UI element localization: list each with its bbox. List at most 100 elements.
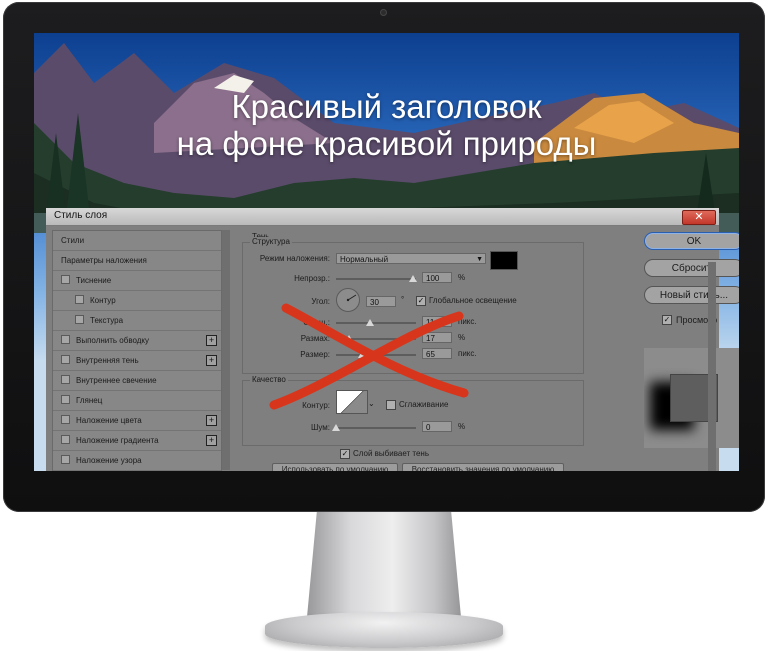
spread-slider-thumb[interactable] bbox=[345, 335, 353, 342]
styles-scrollbar[interactable] bbox=[222, 230, 230, 470]
offset-unit: пикс. bbox=[458, 317, 477, 326]
style-label: Выполнить обводку bbox=[76, 336, 150, 345]
style-preview-thumbnail bbox=[644, 348, 739, 448]
size-input[interactable]: 65 bbox=[422, 348, 452, 359]
opacity-input[interactable]: 100 bbox=[422, 272, 452, 283]
style-label: Глянец bbox=[76, 396, 103, 405]
knockout-label: Слой выбивает тень bbox=[353, 449, 430, 458]
reset-button[interactable]: Сбросить bbox=[644, 259, 739, 277]
style-checkbox[interactable] bbox=[75, 295, 84, 305]
styles-list-item[interactable]: Параметры наложения bbox=[53, 251, 221, 271]
chevron-down-icon: ▼ bbox=[476, 256, 483, 263]
style-checkbox[interactable] bbox=[61, 335, 70, 345]
style-checkbox[interactable] bbox=[75, 315, 84, 325]
noise-slider-thumb[interactable] bbox=[332, 424, 340, 431]
style-checkbox[interactable] bbox=[61, 435, 70, 445]
style-checkbox[interactable] bbox=[61, 355, 70, 365]
noise-slider-track[interactable] bbox=[336, 427, 416, 429]
style-label: Параметры наложения bbox=[61, 256, 147, 265]
knockout-checkbox[interactable]: ✓ bbox=[340, 449, 350, 459]
plus-icon[interactable]: + bbox=[206, 355, 217, 366]
offset-input[interactable]: 11 bbox=[422, 316, 452, 327]
blend-mode-label: Режим наложения: bbox=[259, 254, 330, 263]
styles-list-item[interactable]: Контур bbox=[53, 291, 221, 311]
style-checkbox[interactable] bbox=[61, 455, 70, 465]
blend-mode-select[interactable]: Нормальный ▼ bbox=[336, 253, 486, 264]
opacity-slider-thumb[interactable] bbox=[409, 275, 417, 282]
headline: Красивый заголовок на фоне красивой прир… bbox=[34, 88, 739, 162]
offset-label: Смещ.: bbox=[303, 318, 330, 327]
styles-list-item[interactable]: Наложение градиента + bbox=[53, 431, 221, 451]
styles-list-item[interactable]: Наложение цвета + bbox=[53, 411, 221, 431]
ok-button[interactable]: OK bbox=[644, 232, 739, 250]
angle-input[interactable]: 30 bbox=[366, 296, 396, 307]
spread-label: Размах: bbox=[300, 334, 330, 343]
styles-list-item[interactable]: Внутреннее свечение bbox=[53, 371, 221, 391]
dialog-titlebar[interactable]: Стиль слоя ✕ bbox=[46, 208, 719, 226]
opacity-slider-track[interactable] bbox=[336, 278, 416, 280]
antialias-label: Сглаживание bbox=[399, 400, 449, 409]
close-button[interactable]: ✕ bbox=[682, 210, 716, 225]
styles-list-item[interactable]: Наложение узора bbox=[53, 451, 221, 471]
opacity-unit: % bbox=[458, 273, 466, 282]
monitor-stand-neck bbox=[306, 512, 462, 620]
style-label: Тиснение bbox=[76, 276, 112, 285]
new-style-button[interactable]: Новый стиль... bbox=[644, 286, 739, 304]
screen: Красивый заголовок на фоне красивой прир… bbox=[34, 33, 739, 471]
size-unit: пикс. bbox=[458, 349, 477, 358]
styles-list: Стили Параметры наложения Тиснение Контур Те… bbox=[52, 230, 222, 471]
plus-icon[interactable]: + bbox=[206, 335, 217, 346]
monitor-frame: Красивый заголовок на фоне красивой прир… bbox=[3, 2, 765, 512]
plus-icon[interactable]: + bbox=[206, 435, 217, 446]
preview-checkbox[interactable]: ✓ bbox=[662, 315, 672, 325]
styles-list-item[interactable]: Внутренняя тень + bbox=[53, 351, 221, 371]
size-label: Размер: bbox=[300, 350, 330, 359]
style-checkbox[interactable] bbox=[61, 375, 70, 385]
make-default-button[interactable]: Использовать по умолчанию bbox=[272, 463, 398, 471]
angle-dial[interactable] bbox=[336, 288, 360, 312]
style-label: Внутренняя тень bbox=[76, 356, 139, 365]
angle-unit: ° bbox=[401, 295, 405, 304]
noise-input[interactable]: 0 bbox=[422, 421, 452, 432]
angle-label: Угол: bbox=[311, 297, 330, 306]
angle-needle-icon bbox=[346, 294, 357, 302]
offset-slider-track[interactable] bbox=[336, 322, 416, 324]
chevron-down-icon[interactable]: ⌄ bbox=[368, 399, 375, 408]
layer-style-dialog: Стиль слоя ✕ Стили Параметры наложения Тис… bbox=[46, 208, 739, 471]
opacity-label: Непрозр.: bbox=[294, 274, 330, 283]
style-label: Наложение градиента bbox=[76, 436, 159, 445]
size-slider-track[interactable] bbox=[336, 354, 416, 356]
camera-dot bbox=[380, 9, 387, 16]
shadow-color-swatch[interactable] bbox=[490, 251, 518, 270]
spread-input[interactable]: 17 bbox=[422, 332, 452, 343]
size-slider-thumb[interactable] bbox=[358, 351, 366, 358]
noise-label: Шум: bbox=[311, 423, 330, 432]
style-label: Наложение узора bbox=[76, 456, 142, 465]
headline-line-2: на фоне красивой природы bbox=[176, 125, 597, 162]
antialias-checkbox[interactable] bbox=[386, 400, 396, 410]
styles-list-item[interactable]: Глянец bbox=[53, 391, 221, 411]
global-light-checkbox[interactable]: ✓ bbox=[416, 296, 426, 306]
offset-slider-thumb[interactable] bbox=[366, 319, 374, 326]
styles-list-item[interactable]: Выполнить обводку + bbox=[53, 331, 221, 351]
blend-mode-value: Нормальный bbox=[340, 255, 389, 264]
quality-group bbox=[242, 380, 584, 446]
headline-line-1: Красивый заголовок bbox=[231, 88, 542, 125]
style-checkbox[interactable] bbox=[61, 275, 70, 285]
contour-label: Контур: bbox=[302, 401, 330, 410]
contour-preview[interactable] bbox=[336, 390, 368, 414]
plus-icon[interactable]: + bbox=[206, 415, 217, 426]
screen-scrollbar[interactable] bbox=[708, 262, 716, 471]
styles-list-item[interactable]: Текстура bbox=[53, 311, 221, 331]
structure-title: Структура bbox=[250, 237, 292, 246]
noise-unit: % bbox=[458, 422, 466, 431]
quality-title: Качество bbox=[250, 375, 288, 384]
styles-list-item[interactable]: Тиснение bbox=[53, 271, 221, 291]
reset-to-default-button[interactable]: Восстановить значения по умолчанию bbox=[402, 463, 564, 471]
style-label: Внутреннее свечение bbox=[76, 376, 157, 385]
styles-list-item[interactable]: Стили bbox=[53, 231, 221, 251]
drop-shadow-settings: Тень Структура Режим наложения: Нормальн… bbox=[236, 230, 596, 471]
style-label: Текстура bbox=[90, 316, 124, 325]
style-checkbox[interactable] bbox=[61, 415, 70, 425]
style-checkbox[interactable] bbox=[61, 395, 70, 405]
